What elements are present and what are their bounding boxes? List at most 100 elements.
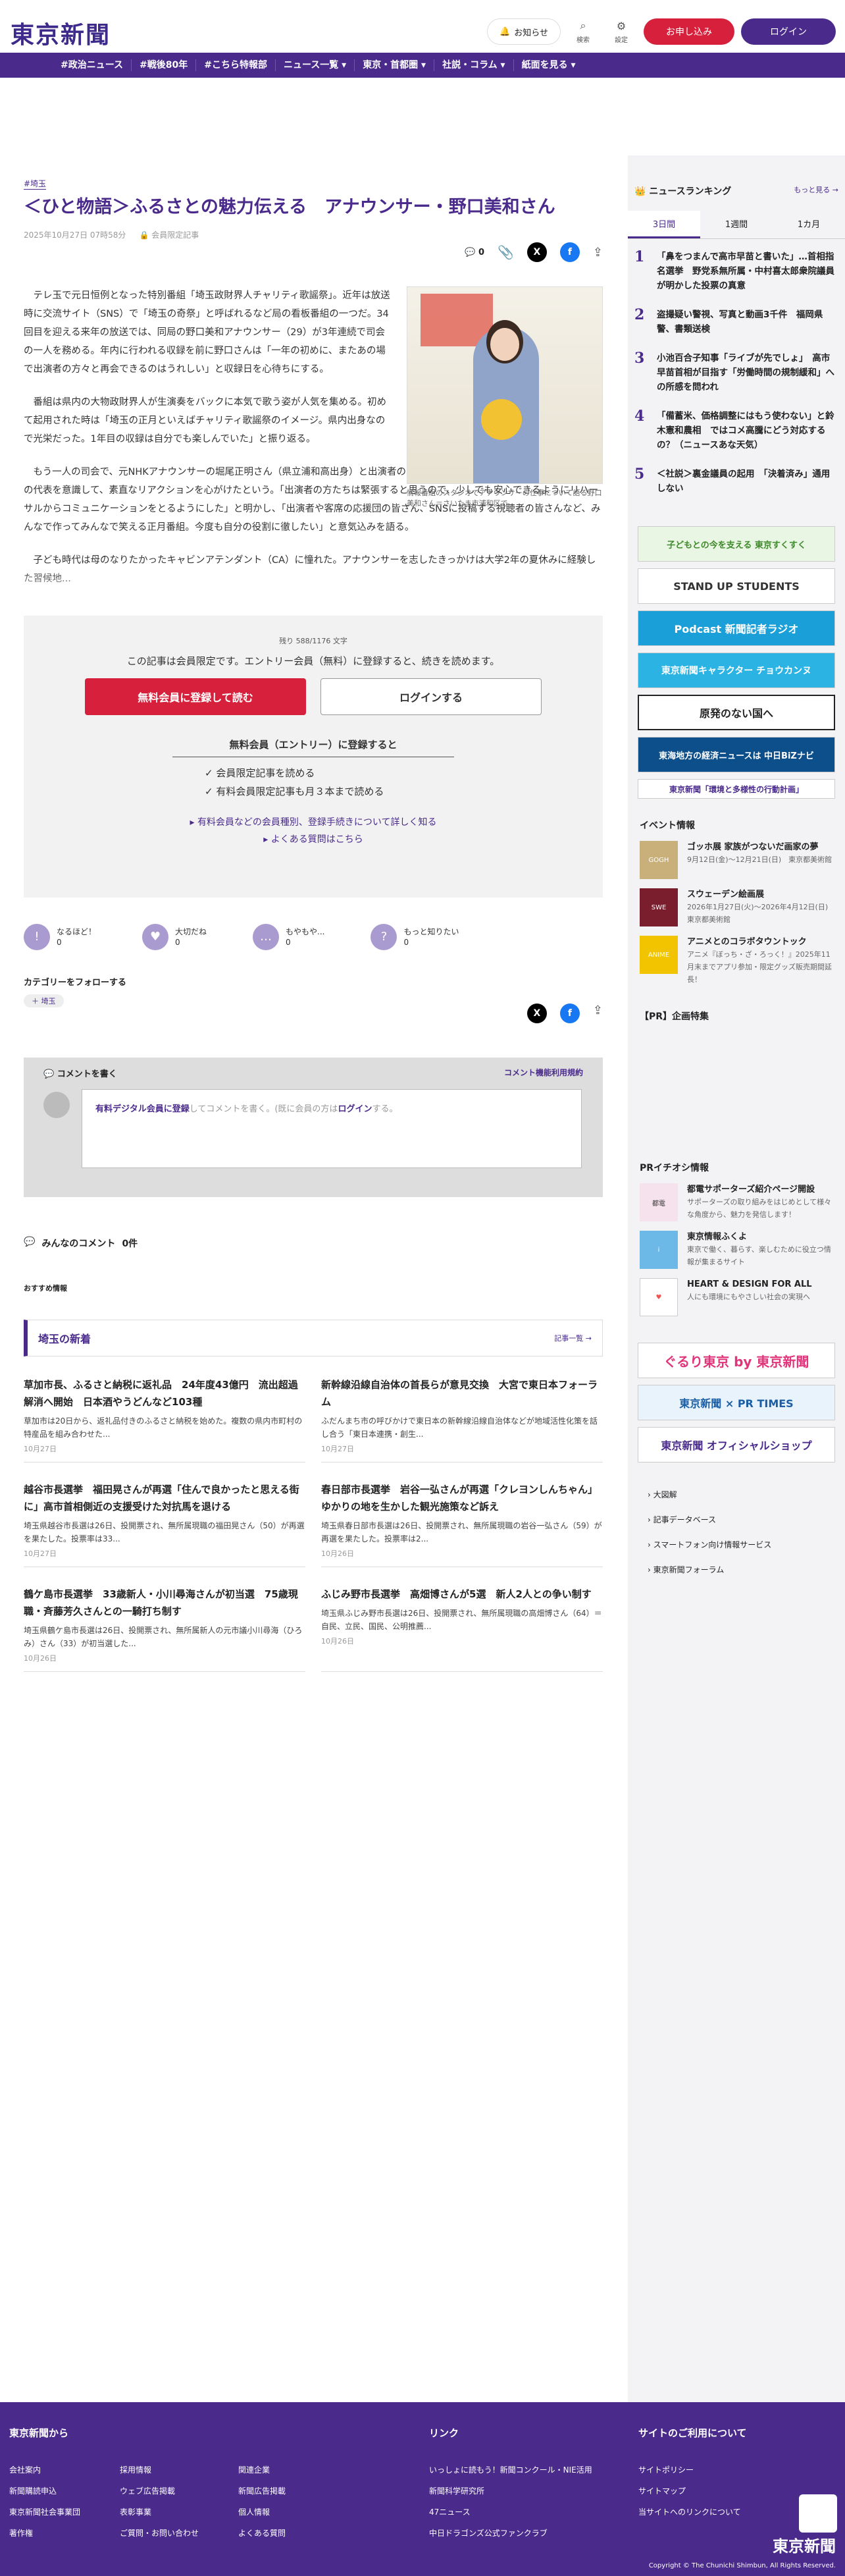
banner-gururi[interactable]: ぐるり東京 by 東京新聞: [638, 1343, 835, 1378]
side-link[interactable]: › 大図解: [648, 1482, 825, 1507]
banner-prtimes[interactable]: 東京新聞 × PR TIMES: [638, 1385, 835, 1420]
paywall-login-button[interactable]: ログインする: [320, 678, 542, 715]
ranking-item[interactable]: 2 盗撮疑い警視、写真と動画3千件 福岡県警、書類送検: [628, 297, 845, 340]
article-tag[interactable]: #埼玉: [24, 178, 47, 190]
nav-item[interactable]: 紙面を見る ▾: [514, 59, 584, 71]
clip-icon[interactable]: 📎: [498, 244, 514, 260]
footer-link[interactable]: ご質問・お問い合わせ: [120, 2523, 199, 2544]
comment-count[interactable]: 💬 0: [465, 248, 484, 257]
pr-item-title[interactable]: 東京情報ふくよ: [687, 1232, 747, 1242]
rank-title[interactable]: 「鼻をつまんで高市早苗と書いた」…首相指名選挙 野党系無所属・中村喜太郎衆院議員…: [657, 250, 838, 293]
facebook-share-icon[interactable]: f: [559, 242, 580, 262]
search-button[interactable]: ⌕ 検索: [567, 19, 599, 44]
footer-link[interactable]: 新聞科学研究所: [429, 2481, 592, 2502]
comment-rules-link[interactable]: コメント機能利用規約: [504, 1067, 583, 1079]
event-title[interactable]: スウェーデン絵画展: [687, 890, 764, 899]
footer-link[interactable]: サイトポリシー: [638, 2459, 747, 2481]
comment-input[interactable]: 有料デジタル会員に登録してコメントを書く。(既に会員の方はログインする。: [82, 1088, 582, 1168]
pr-item[interactable]: 都電 都電サポーターズ紹介ページ開設 サポーターズの取り組みをはじめとして様々な角度…: [628, 1174, 845, 1221]
footer-link[interactable]: 新聞購読申込: [9, 2481, 80, 2502]
pr-item[interactable]: i 東京情報ふくよ 東京で働く、暮らす、楽しむために役立つ情報が集まるサイト: [628, 1221, 845, 1269]
nav-item[interactable]: #政治ニュース: [53, 59, 132, 71]
footer-link[interactable]: 新聞広告掲載: [238, 2481, 286, 2502]
nav-item[interactable]: #こちら特報部: [196, 59, 276, 71]
banner-genpatsu[interactable]: 原発のない国へ: [638, 695, 835, 730]
tab-3days[interactable]: 3日間: [628, 211, 700, 238]
footer-link[interactable]: ウェブ広告掲載: [120, 2481, 199, 2502]
banner-action-plan[interactable]: 東京新聞「環境と多様性の行動計画」: [638, 779, 835, 799]
footer-link[interactable]: サイトマップ: [638, 2481, 747, 2502]
related-card[interactable]: 新幹線沿線自治体の首長らが意見交換 大宮で東日本フォーラム ふだんまち市の呼びかけ…: [321, 1376, 603, 1462]
event-item[interactable]: GOGH ゴッホ展 家族がつないだ画家の夢 9月12日(金)〜12月21日(日) 東…: [628, 832, 845, 879]
footer-link[interactable]: 会社案内: [9, 2459, 80, 2481]
footer-link[interactable]: 著作権: [9, 2523, 80, 2544]
settings-button[interactable]: ⚙ 設定: [605, 20, 637, 44]
footer-link[interactable]: 47ニュース: [429, 2502, 592, 2523]
register-link[interactable]: 有料デジタル会員に登録: [95, 1104, 190, 1114]
share-icon[interactable]: ⇪: [593, 246, 603, 259]
nav-item[interactable]: #戦後80年: [132, 59, 197, 71]
rank-title[interactable]: ＜社説＞裏金議員の起用 「決着済み」通用しない: [657, 467, 838, 496]
related-card[interactable]: 草加市長、ふるさと納税に返礼品 24年度43億円 流出超過解消へ開始 日本酒やう…: [24, 1376, 305, 1462]
related-card[interactable]: 越谷市長選挙 福田晃さんが再選「住んで良かったと思える街に」高市首相側近の支援受…: [24, 1481, 305, 1567]
banner-shop[interactable]: 東京新聞 オフィシャルショップ: [638, 1427, 835, 1462]
side-link[interactable]: › スマートフォン向け情報サービス: [648, 1532, 825, 1557]
x-share-icon[interactable]: X: [526, 1003, 547, 1023]
x-share-icon[interactable]: X: [526, 242, 547, 262]
register-button[interactable]: 無料会員に登録して読む: [85, 678, 306, 715]
tab-1week[interactable]: 1週間: [700, 211, 773, 238]
footer-link[interactable]: 中日ドラゴンズ公式ファンクラブ: [429, 2523, 592, 2544]
rank-title[interactable]: 「備蓄米、価格調整にはもう使わない」と鈴木憲和農相 ではコメ高騰にどう対応するの…: [657, 409, 838, 452]
notification-button[interactable]: 🔔 お知らせ: [487, 18, 561, 45]
event-title[interactable]: ゴッホ展 家族がつないだ画家の夢: [687, 842, 819, 852]
reaction-button[interactable]: ♥ 大切だね 0: [142, 923, 207, 950]
side-link[interactable]: › 記事データベース: [648, 1507, 825, 1532]
banner-students[interactable]: STAND UP STUDENTS: [638, 568, 835, 604]
card-title[interactable]: 鶴ケ島市長選挙 33歳新人・小川尋海さんが初当選 75歳現職・斉藤芳久さんとの一…: [24, 1586, 305, 1620]
site-logo[interactable]: 東京新聞: [11, 16, 111, 50]
ranking-more-link[interactable]: もっと見る →: [794, 184, 838, 198]
footer-link[interactable]: いっしょに読もう！新聞コンクール・NIE活用: [429, 2459, 592, 2481]
rank-title[interactable]: 盗撮疑い警視、写真と動画3千件 福岡県警、書類送検: [657, 308, 838, 336]
event-item[interactable]: ANIME アニメとのコラボタウントック アニメ『ぼっち・ざ・ろっく！』2025年1…: [628, 926, 845, 986]
membership-info-link[interactable]: ▸ 有料会員などの会員種別、登録手続きについて詳しく知る: [24, 814, 603, 831]
nav-item[interactable]: 社説・コラム ▾: [434, 59, 514, 71]
reaction-button[interactable]: … もやもや... 0: [253, 923, 324, 950]
event-title[interactable]: アニメとのコラボタウントック: [687, 937, 807, 947]
card-title[interactable]: 春日部市長選挙 岩谷一弘さんが再選「クレヨンしんちゃん」ゆかりの地を生かした観光…: [321, 1481, 603, 1515]
card-title[interactable]: ふじみ野市長選挙 高畑博さんが5選 新人2人との争い制す: [321, 1586, 603, 1603]
facebook-share-icon[interactable]: f: [559, 1003, 580, 1023]
share-icon[interactable]: ⇪: [593, 1004, 603, 1023]
pr-item-title[interactable]: 都電サポーターズ紹介ページ開設: [687, 1185, 815, 1194]
card-title[interactable]: 新幹線沿線自治体の首長らが意見交換 大宮で東日本フォーラム: [321, 1376, 603, 1410]
footer-link[interactable]: 関連企業: [238, 2459, 286, 2481]
footer-link[interactable]: 東京新聞社会事業団: [9, 2502, 80, 2523]
reaction-button[interactable]: ? もっと知りたい 0: [371, 923, 459, 950]
login-button[interactable]: ログイン: [741, 18, 836, 45]
footer-link[interactable]: 個人情報: [238, 2502, 286, 2523]
side-link[interactable]: › 東京新聞フォーラム: [648, 1557, 825, 1582]
footer-link[interactable]: よくある質問: [238, 2523, 286, 2544]
ranking-item[interactable]: 4 「備蓄米、価格調整にはもう使わない」と鈴木憲和農相 ではコメ高騰にどう対応する…: [628, 398, 845, 456]
event-item[interactable]: SWE スウェーデン絵画展 2026年1月27日(火)〜2026年4月12日(日) …: [628, 879, 845, 926]
card-title[interactable]: 越谷市長選挙 福田晃さんが再選「住んで良かったと思える街に」高市首相側近の支援受…: [24, 1481, 305, 1515]
banner-radio[interactable]: Podcast 新聞記者ラジオ: [638, 610, 835, 646]
subscribe-button[interactable]: お申し込み: [644, 18, 734, 45]
related-card[interactable]: ふじみ野市長選挙 高畑博さんが5選 新人2人との争い制す 埼玉県ふじみ野市長選は2…: [321, 1586, 603, 1672]
banner-sukusuku[interactable]: 子どもとの今を支える 東京すくすく: [638, 526, 835, 562]
login-link[interactable]: ログイン: [338, 1104, 372, 1114]
footer-link[interactable]: 表彰事業: [120, 2502, 199, 2523]
ranking-item[interactable]: 1 「鼻をつまんで高市早苗と書いた」…首相指名選挙 野党系無所属・中村喜太郎衆院議…: [628, 239, 845, 297]
related-more-link[interactable]: 記事一覧 →: [554, 1333, 592, 1343]
pr-item-title[interactable]: HEART & DESIGN FOR ALL: [687, 1279, 812, 1289]
ranking-item[interactable]: 5 ＜社説＞裏金議員の起用 「決着済み」通用しない: [628, 456, 845, 500]
tab-1month[interactable]: 1カ月: [773, 211, 845, 238]
nav-item[interactable]: ニュース一覧 ▾: [276, 59, 355, 71]
nav-item[interactable]: 東京・首都圏 ▾: [355, 59, 435, 71]
banner-chokanu[interactable]: 東京新聞キャラクター チョウカンヌ: [638, 653, 835, 688]
banner-bizavi[interactable]: 東海地方の経済ニュースは 中日BiZナビ: [638, 737, 835, 772]
reaction-button[interactable]: ! なるほど！ 0: [24, 923, 96, 950]
related-card[interactable]: 鶴ケ島市長選挙 33歳新人・小川尋海さんが初当選 75歳現職・斉藤芳久さんとの一…: [24, 1586, 305, 1672]
rank-title[interactable]: 小池百合子知事「ライブが先でしょ」 高市早苗首相が目指す「労働時間の規制緩和」へ…: [657, 351, 838, 394]
pr-item[interactable]: ♥ HEART & DESIGN FOR ALL 人にも環境にもやさしい社会の実現へ: [628, 1269, 845, 1316]
